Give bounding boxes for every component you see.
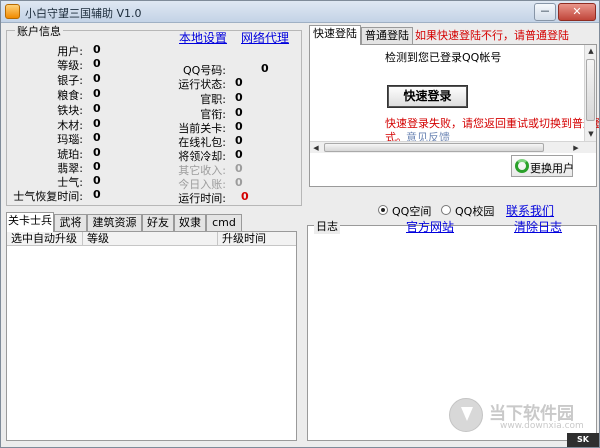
radio-qq-space[interactable] bbox=[378, 205, 388, 215]
bottom-tab-strip: 关卡士兵 武将 建筑资源 好友 奴隶 cmd bbox=[6, 212, 302, 232]
switch-user-button[interactable]: 更换用户 bbox=[511, 155, 574, 177]
clear-log-link[interactable]: 清除日志 bbox=[514, 218, 562, 235]
field-value-iron: 0 bbox=[93, 102, 101, 115]
network-proxy-link[interactable]: 网络代理 bbox=[241, 29, 289, 46]
column-header-upgrade-time[interactable]: 升级时间 bbox=[218, 232, 296, 246]
tab-stage-soldiers[interactable]: 关卡士兵 bbox=[6, 212, 54, 232]
field-value-online-gift: 0 bbox=[235, 134, 243, 147]
tab-quick-login[interactable]: 快速登陆 bbox=[309, 25, 361, 45]
login-vertical-scrollbar[interactable]: ▲ ▼ bbox=[584, 45, 596, 141]
account-info-legend: 账户信息 bbox=[15, 23, 63, 39]
close-button[interactable]: ✕ bbox=[558, 3, 596, 21]
field-value-run-time: 0 bbox=[241, 190, 249, 203]
field-value-general-cooldown: 0 bbox=[235, 148, 243, 161]
field-value-office: 0 bbox=[235, 91, 243, 104]
log-legend: 日志 bbox=[314, 218, 340, 234]
main-window: 小白守望三国辅助 V1.0 － ✕ 账户信息 用户: 0 等级: 0 银子: 0… bbox=[0, 0, 600, 448]
radio-qq-campus-label[interactable]: QQ校园 bbox=[455, 203, 494, 219]
radio-qq-campus[interactable] bbox=[441, 205, 451, 215]
field-value-current-stage: 0 bbox=[235, 120, 243, 133]
column-header-level[interactable]: 等级 bbox=[83, 232, 218, 246]
watermark-logo-icon bbox=[449, 398, 483, 432]
app-icon bbox=[5, 4, 20, 19]
vertical-scroll-thumb[interactable] bbox=[586, 59, 595, 121]
field-label-grain: 粮食: bbox=[57, 89, 83, 102]
switch-user-label: 更换用户 bbox=[530, 162, 574, 175]
horizontal-scroll-thumb[interactable] bbox=[324, 143, 544, 152]
field-value-qq-number: 0 bbox=[261, 62, 269, 75]
field-value-silver: 0 bbox=[93, 72, 101, 85]
download-arrow-icon bbox=[461, 407, 473, 421]
quick-login-button[interactable]: 快速登录 bbox=[387, 85, 468, 108]
scroll-up-arrow-icon[interactable]: ▲ bbox=[585, 45, 597, 57]
column-header-auto-upgrade[interactable]: 选中自动升级 bbox=[7, 232, 83, 246]
login-horizontal-scrollbar[interactable]: ◀ ▶ bbox=[310, 141, 596, 153]
resize-grip[interactable]: SK bbox=[567, 433, 599, 447]
field-label-level: 等级: bbox=[57, 59, 83, 72]
tab-generals[interactable]: 武将 bbox=[54, 214, 87, 231]
tab-friends[interactable]: 好友 bbox=[142, 214, 174, 231]
field-label-office: 官职: bbox=[200, 93, 226, 106]
scroll-right-arrow-icon[interactable]: ▶ bbox=[570, 142, 582, 154]
detected-account-text: 检测到您已登录QQ帐号 bbox=[385, 51, 502, 64]
title-bar[interactable]: 小白守望三国辅助 V1.0 － ✕ bbox=[1, 1, 599, 23]
scroll-down-arrow-icon[interactable]: ▼ bbox=[585, 128, 597, 140]
watermark-url: www.downxia.com bbox=[500, 421, 584, 431]
field-value-morale: 0 bbox=[93, 174, 101, 187]
field-value-level: 0 bbox=[93, 57, 101, 70]
account-info-group: 账户信息 bbox=[6, 23, 302, 206]
field-value-amber: 0 bbox=[93, 146, 101, 159]
field-label-run-time: 运行时间: bbox=[178, 192, 226, 205]
contact-us-link[interactable]: 联系我们 bbox=[506, 202, 554, 219]
tab-slaves[interactable]: 奴隶 bbox=[174, 214, 206, 231]
tab-buildings-resources[interactable]: 建筑资源 bbox=[87, 214, 142, 231]
minimize-button[interactable]: － bbox=[534, 3, 556, 21]
local-settings-link[interactable]: 本地设置 bbox=[179, 29, 227, 46]
field-value-other-income: 0 bbox=[235, 162, 243, 175]
field-value-user: 0 bbox=[93, 43, 101, 56]
tab-normal-login[interactable]: 普通登陆 bbox=[361, 27, 413, 44]
field-value-wood: 0 bbox=[93, 117, 101, 130]
radio-qq-space-label[interactable]: QQ空间 bbox=[392, 203, 431, 219]
field-value-run-status: 0 bbox=[235, 76, 243, 89]
window-title: 小白守望三国辅助 V1.0 bbox=[25, 7, 142, 20]
field-value-rank: 0 bbox=[235, 106, 243, 119]
field-label-agate: 玛瑙: bbox=[57, 133, 83, 146]
field-label-iron: 铁块: bbox=[57, 104, 83, 117]
scroll-left-arrow-icon[interactable]: ◀ bbox=[310, 142, 322, 154]
field-value-grain: 0 bbox=[93, 87, 101, 100]
field-label-run-status: 运行状态: bbox=[178, 78, 226, 91]
refresh-icon bbox=[515, 159, 529, 173]
field-value-agate: 0 bbox=[93, 131, 101, 144]
field-label-morale-recovery: 士气恢复时间: bbox=[13, 190, 83, 203]
field-value-morale-recovery: 0 bbox=[93, 188, 101, 201]
login-panel: 检测到您已登录QQ帐号 快速登录 快速登录失败，请您返回重试或切换到普通登陆方 … bbox=[309, 44, 599, 187]
upgrade-list-header: 选中自动升级 等级 升级时间 bbox=[7, 232, 296, 246]
tab-cmd[interactable]: cmd bbox=[206, 214, 242, 231]
login-hint: 如果快速登陆不行，请普通登陆 bbox=[415, 29, 569, 42]
field-value-today-income: 0 bbox=[235, 176, 243, 189]
field-label-silver: 银子: bbox=[57, 74, 83, 87]
upgrade-list[interactable]: 选中自动升级 等级 升级时间 bbox=[6, 231, 297, 441]
field-value-jade: 0 bbox=[93, 160, 101, 173]
official-website-link[interactable]: 官方网站 bbox=[406, 218, 454, 235]
